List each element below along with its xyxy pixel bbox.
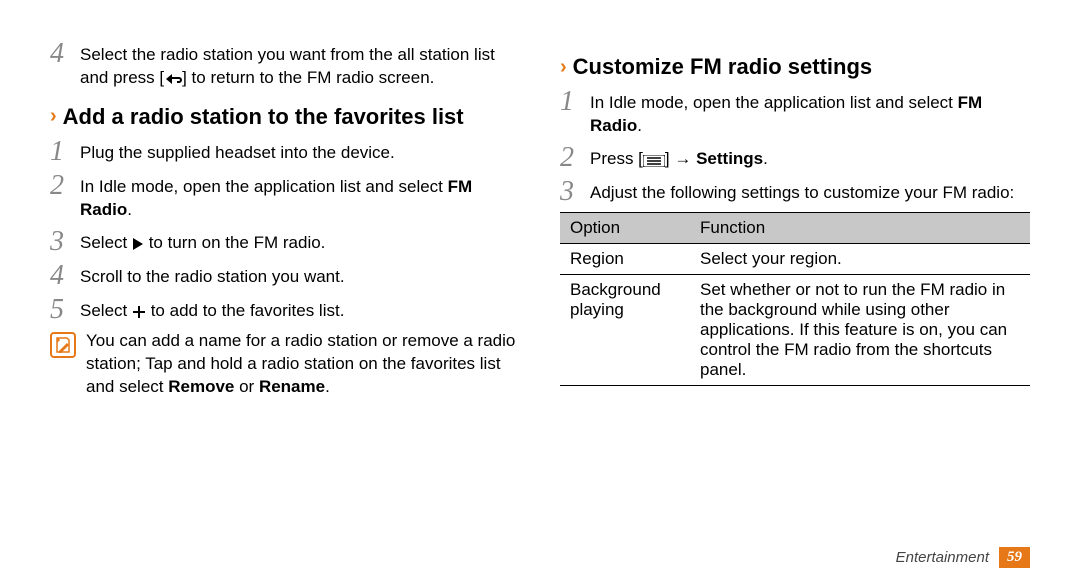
step-text: In Idle mode, open the application list … (590, 88, 1030, 138)
right-column: › Customize FM radio settings 1 In Idle … (560, 40, 1030, 540)
step-4: 4 Scroll to the radio station you want. (50, 262, 520, 290)
step-number: 2 (560, 144, 590, 172)
step-3: 3 Adjust the following settings to custo… (560, 178, 1030, 206)
step-number: 5 (50, 296, 80, 324)
note-icon (50, 332, 76, 358)
step-4-top: 4 Select the radio station you want from… (50, 40, 520, 90)
text-fragment: Select (80, 301, 132, 320)
step-3: 3 Select to turn on the FM radio. (50, 228, 520, 256)
step-number: 3 (560, 178, 590, 206)
note-text: You can add a name for a radio station o… (86, 330, 520, 399)
step-2: 2 In Idle mode, open the application lis… (50, 172, 520, 222)
text-fragment: to add to the favorites list. (146, 301, 344, 320)
section-title: Add a radio station to the favorites lis… (63, 104, 464, 130)
chevron-icon: › (50, 105, 57, 128)
chevron-icon: › (560, 56, 567, 79)
step-text: Select the radio station you want from t… (80, 40, 520, 90)
step-1: 1 Plug the supplied headset into the dev… (50, 138, 520, 166)
step-1: 1 In Idle mode, open the application lis… (560, 88, 1030, 138)
table-row: Background playing Set whether or not to… (560, 274, 1030, 385)
step-text: Press [ ] → Settings. (590, 144, 768, 171)
bold-text: Settings (696, 149, 763, 168)
step-number: 2 (50, 172, 80, 200)
table-header-row: Option Function (560, 212, 1030, 243)
table-cell-option: Region (560, 243, 690, 274)
step-number: 4 (50, 40, 80, 68)
text-fragment: . (637, 116, 642, 135)
step-5: 5 Select to add to the favorites list. (50, 296, 520, 324)
table-header-function: Function (690, 212, 1030, 243)
page-footer: Entertainment 59 (896, 547, 1030, 568)
table-row: Region Select your region. (560, 243, 1030, 274)
text-fragment: . (127, 200, 132, 219)
play-icon (132, 237, 144, 251)
step-text: Select to add to the favorites list. (80, 296, 344, 323)
section-heading-favorites: › Add a radio station to the favorites l… (50, 104, 520, 130)
text-fragment: Press [ (590, 149, 643, 168)
page-content: 4 Select the radio station you want from… (0, 0, 1080, 540)
note-block: You can add a name for a radio station o… (50, 330, 520, 399)
section-heading-customize: › Customize FM radio settings (560, 54, 1030, 80)
footer-page-number: 59 (999, 547, 1030, 568)
bold-text: Rename (259, 377, 325, 396)
menu-icon (643, 155, 665, 167)
step-text: In Idle mode, open the application list … (80, 172, 520, 222)
step-number: 4 (50, 262, 80, 290)
text-fragment: In Idle mode, open the application list … (590, 93, 958, 112)
table-cell-function: Set whether or not to run the FM radio i… (690, 274, 1030, 385)
text-fragment: or (234, 377, 259, 396)
step-number: 1 (50, 138, 80, 166)
step-number: 1 (560, 88, 590, 116)
text-fragment: . (325, 377, 330, 396)
settings-table: Option Function Region Select your regio… (560, 212, 1030, 386)
step-number: 3 (50, 228, 80, 256)
bold-text: Remove (168, 377, 234, 396)
table-header-option: Option (560, 212, 690, 243)
footer-section: Entertainment (896, 549, 989, 566)
text-fragment: to turn on the FM radio. (144, 233, 325, 252)
text-fragment: ] → (665, 149, 696, 168)
table-cell-function: Select your region. (690, 243, 1030, 274)
table-cell-option: Background playing (560, 274, 690, 385)
step-text: Adjust the following settings to customi… (590, 178, 1014, 205)
back-icon (164, 72, 182, 86)
text-fragment: ] to return to the FM radio screen. (182, 68, 434, 87)
text-fragment: In Idle mode, open the application list … (80, 177, 448, 196)
step-2: 2 Press [ ] → Settings. (560, 144, 1030, 172)
text-fragment: . (763, 149, 768, 168)
plus-icon (132, 305, 146, 319)
step-text: Select to turn on the FM radio. (80, 228, 325, 255)
left-column: 4 Select the radio station you want from… (50, 40, 520, 540)
step-text: Plug the supplied headset into the devic… (80, 138, 395, 165)
section-title: Customize FM radio settings (573, 54, 872, 80)
text-fragment: Select (80, 233, 132, 252)
step-text: Scroll to the radio station you want. (80, 262, 345, 289)
